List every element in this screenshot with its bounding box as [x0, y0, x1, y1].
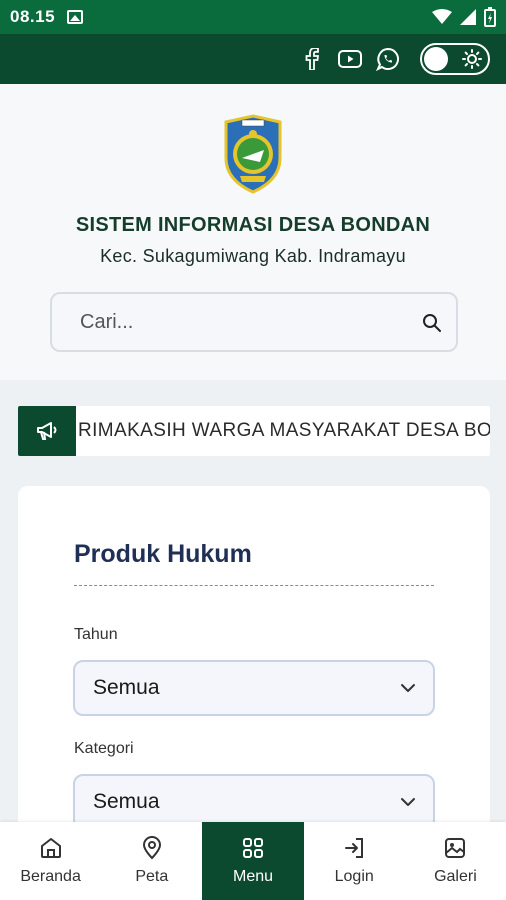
nav-item-peta[interactable]: Peta [101, 822, 202, 900]
sun-icon [462, 49, 482, 69]
chevron-down-icon [401, 798, 415, 806]
site-subtitle: Kec. Sukagumiwang Kab. Indramayu [100, 246, 406, 266]
category-label: Kategori [74, 740, 134, 757]
nav-label-beranda: Beranda [20, 868, 81, 885]
top-bar [0, 34, 506, 84]
login-icon [345, 838, 364, 858]
status-time: 08.15 [10, 7, 56, 26]
nav-item-beranda[interactable]: Beranda [0, 822, 101, 900]
card-title: Produk Hukum [74, 540, 252, 568]
category-select-value: Semua [93, 790, 160, 813]
gallery-icon [445, 838, 466, 858]
search-icon[interactable] [422, 313, 442, 333]
nav-label-login: Login [334, 868, 374, 885]
nav-item-galeri[interactable]: Galeri [405, 822, 506, 900]
theme-toggle[interactable] [420, 43, 490, 75]
card-divider [74, 585, 434, 586]
site-header: SISTEM INFORMASI DESA BONDAN Kec. Sukagu… [0, 84, 506, 380]
grid-icon [243, 838, 263, 858]
toggle-knob [424, 47, 448, 71]
year-label: Tahun [74, 626, 118, 643]
year-select[interactable]: Semua [73, 660, 435, 716]
battery-icon [484, 7, 496, 27]
image-notification-icon [67, 10, 84, 24]
bottom-navigation: Beranda Peta Menu Login Galeri [0, 822, 506, 900]
site-title: SISTEM INFORMASI DESA BONDAN [75, 214, 431, 236]
status-indicators [432, 7, 496, 27]
home-icon [40, 838, 61, 858]
nav-label-galeri: Galeri [434, 868, 477, 885]
announcement-marquee: RIMAKASIH WARGA MASYARAKAT DESA BONDAN [18, 406, 490, 456]
village-emblem-logo [224, 114, 282, 194]
nav-label-menu: Menu [232, 868, 274, 885]
announcement-badge [18, 406, 76, 456]
year-select-value: Semua [93, 676, 160, 699]
map-pin-icon [142, 836, 161, 860]
status-bar: 08.15 [0, 0, 506, 34]
wifi-icon [432, 9, 452, 24]
search-input[interactable] [80, 310, 400, 334]
nav-label-peta: Peta [135, 868, 169, 885]
signal-icon [460, 9, 476, 25]
megaphone-icon [37, 422, 57, 440]
nav-item-login[interactable]: Login [304, 822, 405, 900]
whatsapp-icon[interactable] [376, 47, 400, 71]
chevron-down-icon [401, 684, 415, 692]
announcement-text: RIMAKASIH WARGA MASYARAKAT DESA BONDAN [78, 420, 490, 441]
nav-item-menu[interactable]: Menu [202, 822, 304, 900]
search-box [50, 292, 458, 352]
youtube-icon[interactable] [338, 47, 362, 71]
facebook-icon[interactable] [300, 47, 324, 71]
